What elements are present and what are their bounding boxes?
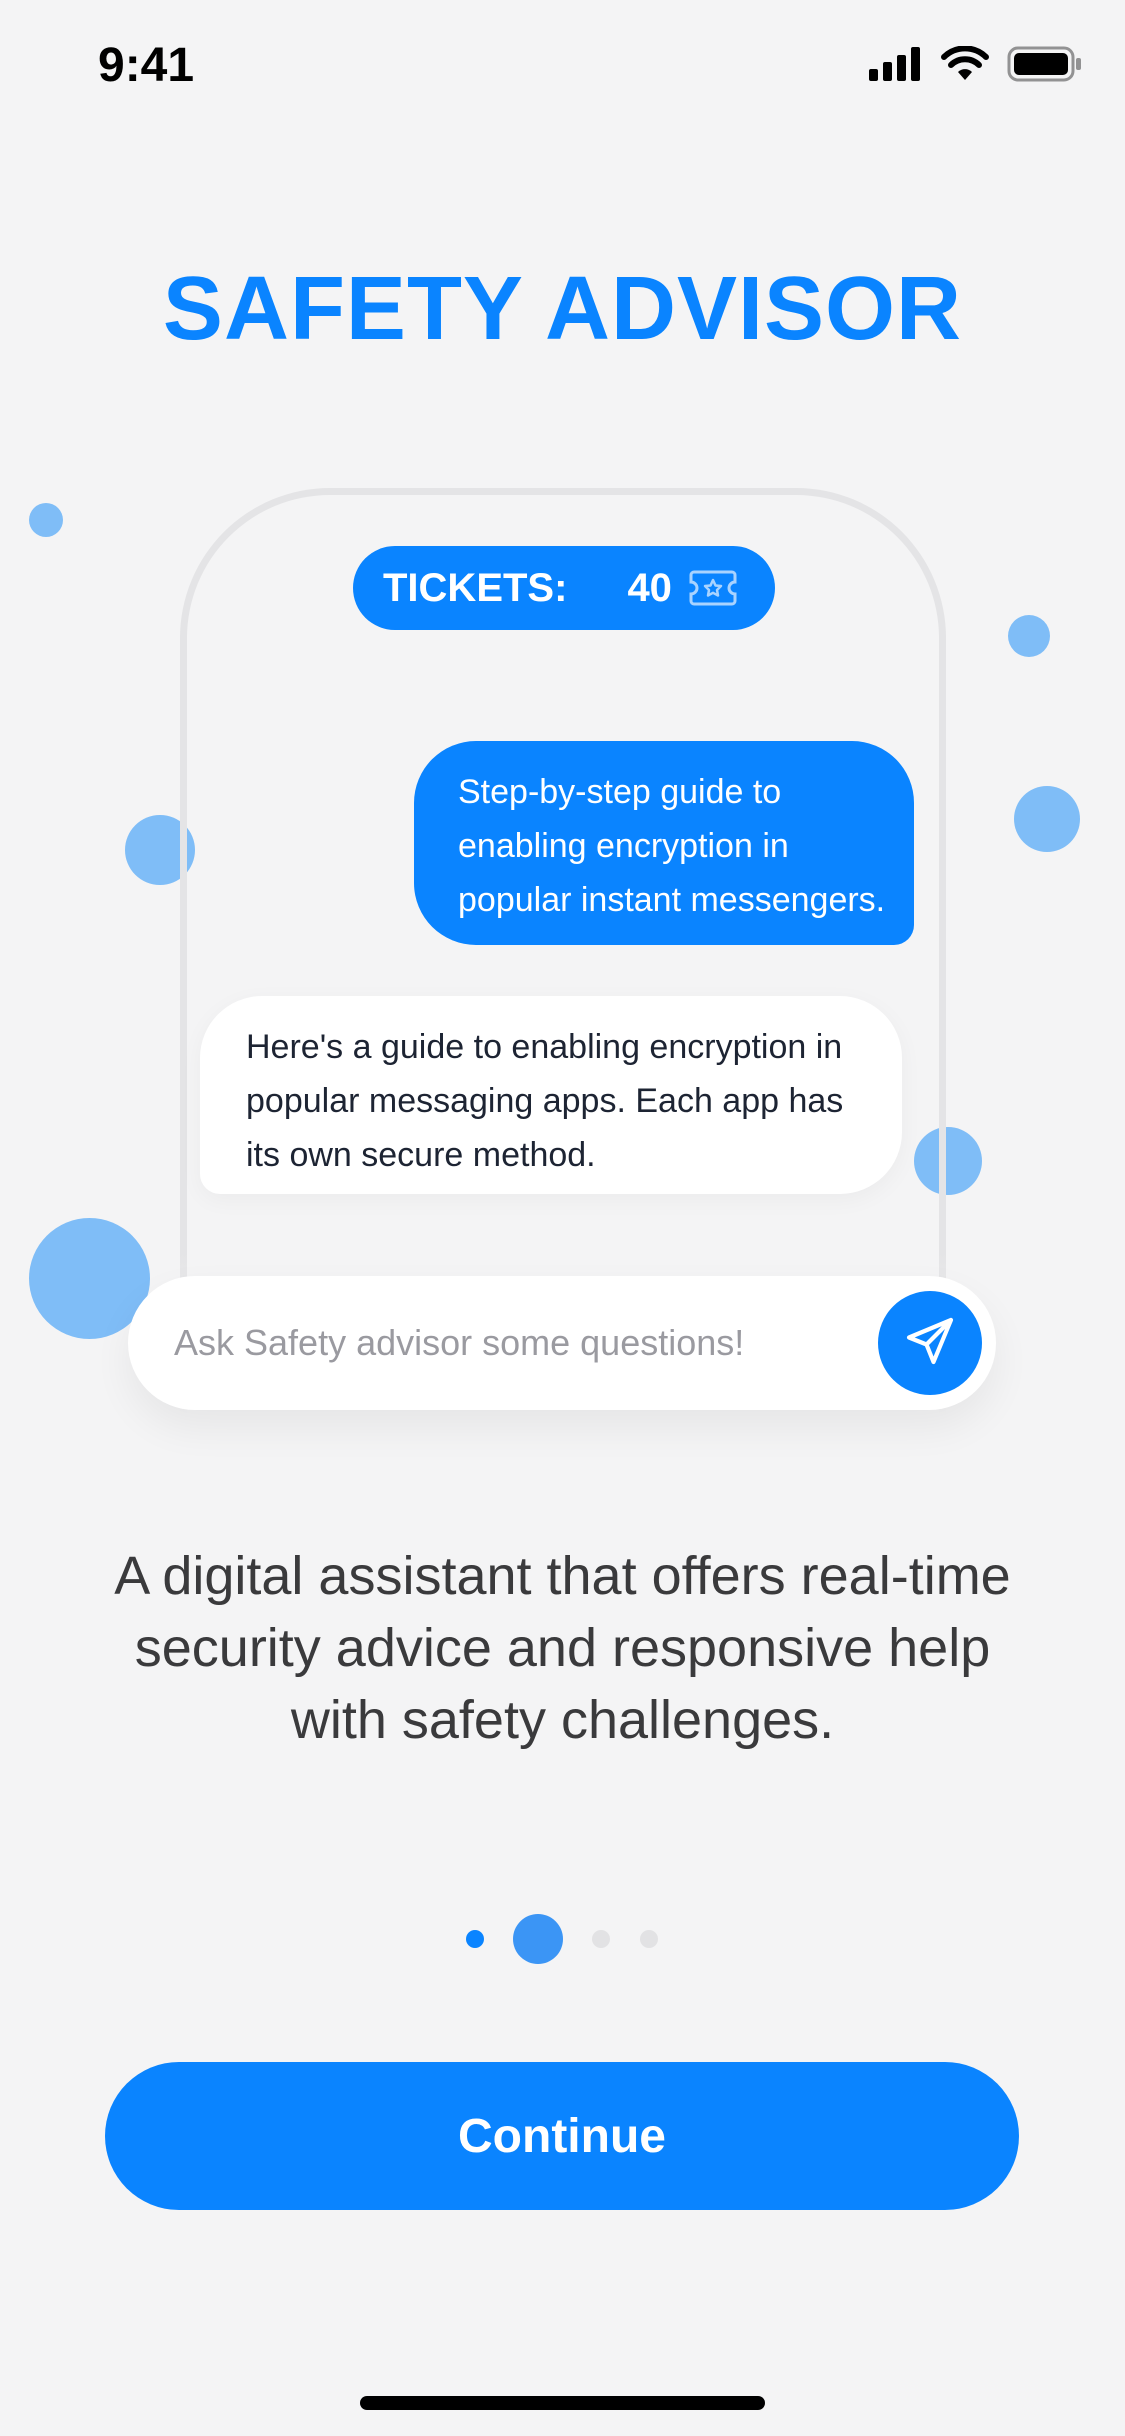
continue-button[interactable]: Continue: [105, 2062, 1019, 2210]
description-line: A digital assistant that offers real-tim…: [114, 1546, 1011, 1606]
tickets-count: 40: [627, 565, 672, 610]
home-indicator: [360, 2396, 765, 2410]
tickets-label: TICKETS:: [383, 565, 568, 610]
ask-input[interactable]: [174, 1322, 878, 1364]
assistant-message-bubble: Here's a guide to enabling encryption in…: [200, 996, 902, 1194]
decor-bubble: [29, 503, 63, 537]
description-line: with safety challenges.: [290, 1690, 835, 1750]
message-line: enabling encryption in: [458, 827, 789, 865]
send-button[interactable]: [878, 1291, 982, 1395]
page-indicator: [0, 1908, 1125, 1968]
description: A digital assistant that offers real-tim…: [60, 1540, 1065, 1756]
decor-bubble: [1008, 615, 1050, 657]
page-dot[interactable]: [640, 1930, 658, 1948]
message-line: Step-by-step guide to: [458, 773, 782, 811]
wifi-icon: [941, 46, 989, 82]
ticket-icon: [688, 568, 738, 608]
battery-icon: [1007, 46, 1083, 82]
page-dot-active[interactable]: [513, 1914, 563, 1964]
message-line: popular messaging apps. Each app has: [246, 1082, 844, 1120]
description-line: security advice and responsive help: [134, 1618, 991, 1678]
tickets-badge: TICKETS: 40: [353, 546, 775, 630]
status-time: 9:41: [98, 39, 195, 92]
ask-bar: [128, 1276, 996, 1410]
page-title: SAFETY ADVISOR: [162, 259, 963, 359]
message-line: popular instant messengers.: [458, 881, 886, 919]
message-line: its own secure method.: [246, 1136, 596, 1174]
signal-icon: [869, 47, 923, 81]
message-line: Here's a guide to enabling encryption in: [246, 1028, 843, 1066]
decor-bubble: [1014, 786, 1080, 852]
user-message-bubble: Step-by-step guide to enabling encryptio…: [414, 741, 914, 945]
send-icon: [902, 1313, 958, 1374]
status-icons: [869, 46, 1083, 82]
page-dot[interactable]: [592, 1930, 610, 1948]
page-dot[interactable]: [466, 1930, 484, 1948]
